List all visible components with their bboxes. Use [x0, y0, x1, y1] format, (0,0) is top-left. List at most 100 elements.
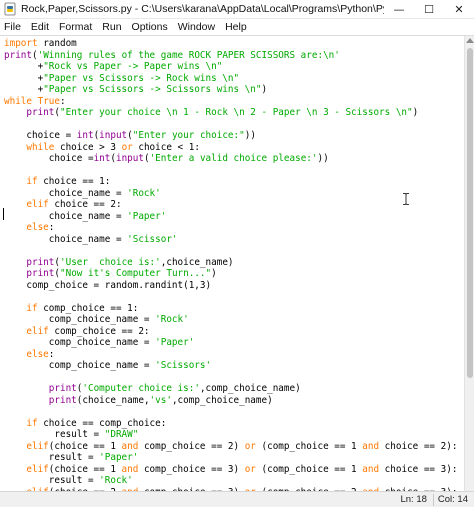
code-token: 'Scissors': [155, 360, 212, 371]
code-token: ,choice_name): [160, 256, 234, 268]
code-token: )): [244, 130, 256, 141]
code-line: else:: [4, 222, 54, 233]
code-token: )): [317, 153, 329, 164]
code-line: if choice == 1:: [4, 176, 110, 187]
code-token: (choice == 1: [48, 463, 122, 475]
code-token: elif: [26, 199, 49, 210]
code-token: "Now it's Computer Turn...": [60, 268, 212, 279]
code-token: "Enter your choice \n 1 - Rock \n 2 - Pa…: [60, 107, 413, 118]
code-token: choice == 2:: [48, 199, 122, 210]
code-line: choice = int(input("Enter your choice:")…: [4, 130, 256, 141]
scroll-thumb[interactable]: [467, 48, 473, 378]
code-token: choice_name =: [4, 210, 128, 222]
code-token: ): [211, 268, 217, 279]
code-line: result = 'Rock': [4, 475, 133, 486]
menu-window[interactable]: Window: [174, 21, 221, 33]
code-line: elif(choice == 1 and comp_choice == 3) o…: [4, 464, 457, 475]
code-token: choice =: [4, 153, 94, 164]
close-button[interactable]: ✕: [444, 0, 474, 19]
code-token: 'Scissor': [127, 233, 178, 245]
menu-edit[interactable]: Edit: [27, 21, 55, 33]
code-token: +: [4, 72, 44, 84]
code-token: result =: [4, 452, 100, 463]
code-token: choice_name =: [4, 187, 128, 199]
code-token: input: [99, 130, 128, 141]
menu-run[interactable]: Run: [98, 21, 127, 33]
code-line: while choice > 3 or choice < 1:: [4, 142, 200, 153]
code-token: choice == 1:: [37, 176, 111, 187]
code-line: elif comp_choice == 2:: [4, 325, 149, 337]
code-token: choice == 2):: [379, 440, 458, 452]
code-token: +: [4, 61, 44, 72]
code-token: else: [26, 348, 49, 360]
code-token: 'Paper': [155, 337, 195, 348]
menu-bar: File Edit Format Run Options Window Help: [0, 19, 474, 36]
code-token: elif: [26, 325, 49, 337]
code-token: 'User choice is:': [60, 256, 161, 268]
code-token: +: [4, 84, 44, 95]
title-bar[interactable]: Rock,Paper,Scissors.py - C:\Users\karana…: [0, 0, 474, 19]
code-token: choice > 3: [54, 141, 122, 153]
code-line: print('User choice is:',choice_name): [4, 256, 234, 268]
code-token: else: [26, 222, 49, 233]
code-token: "Paper vs Scissors -> Scissors wins \n": [43, 84, 262, 95]
code-token: 'Paper': [99, 452, 139, 463]
status-bar: Ln: 18 Col: 14: [0, 491, 474, 507]
code-line: print("Enter your choice \n 1 - Rock \n …: [4, 107, 418, 118]
code-token: :: [48, 348, 55, 360]
code-line: else:: [4, 349, 54, 360]
code-token: and: [362, 440, 380, 452]
code-token: import: [4, 38, 38, 49]
code-line: elif(choice == 1 and comp_choice == 2) o…: [4, 441, 457, 452]
maximize-button[interactable]: ☐: [414, 0, 444, 19]
code-token: 'Rock': [127, 187, 161, 199]
status-line-number: Ln: 18: [400, 494, 427, 505]
code-token: comp_choice_name =: [4, 360, 156, 371]
code-line: +"Paper vs Scissors -> Rock wins \n": [4, 72, 240, 84]
scroll-up-arrow-icon[interactable]: [466, 38, 474, 43]
minimize-button[interactable]: —: [384, 0, 414, 19]
menu-format[interactable]: Format: [55, 21, 98, 33]
code-token: if: [26, 417, 38, 429]
code-token: choice == 3):: [379, 463, 458, 475]
code-token: comp_choice == 3): [138, 463, 245, 475]
code-line: +"Rock vs Paper -> Paper wins \n": [4, 61, 223, 72]
code-token: :: [48, 222, 55, 233]
code-token: result =: [4, 475, 100, 486]
code-token: print: [26, 256, 55, 268]
code-token: (choice_name,: [76, 394, 150, 406]
code-token: 'Winning rules of the game ROCK PAPER SC…: [37, 49, 340, 61]
status-divider: [432, 493, 434, 506]
menu-options[interactable]: Options: [128, 21, 174, 33]
code-token: "Enter your choice:": [132, 130, 245, 141]
code-line: print('Winning rules of the game ROCK PA…: [4, 50, 340, 61]
code-token: choice =: [4, 130, 77, 141]
code-token: :: [60, 95, 66, 107]
code-token: ): [412, 107, 419, 118]
python-file-icon: [4, 2, 16, 16]
code-line: elif choice == 2:: [4, 199, 122, 210]
window-controls: — ☐ ✕: [384, 0, 474, 19]
code-token: choice < 1:: [132, 141, 200, 153]
menu-help[interactable]: Help: [221, 21, 253, 33]
menu-file[interactable]: File: [0, 21, 27, 33]
code-token: and: [121, 463, 139, 475]
code-editor[interactable]: import random print('Winning rules of the…: [0, 36, 464, 491]
vertical-scrollbar[interactable]: [464, 36, 474, 491]
code-line: print("Now it's Computer Turn..."): [4, 268, 217, 279]
code-token: 'Computer choice is:': [82, 383, 200, 394]
code-line: choice_name = 'Paper': [4, 210, 167, 222]
code-token: int: [76, 130, 94, 141]
code-token: True: [37, 95, 60, 107]
code-token: comp_choice == 1:: [37, 302, 139, 314]
code-token: "DRAW": [104, 429, 139, 440]
code-token: comp_choice == 2): [138, 440, 245, 452]
code-token: or: [244, 463, 256, 475]
